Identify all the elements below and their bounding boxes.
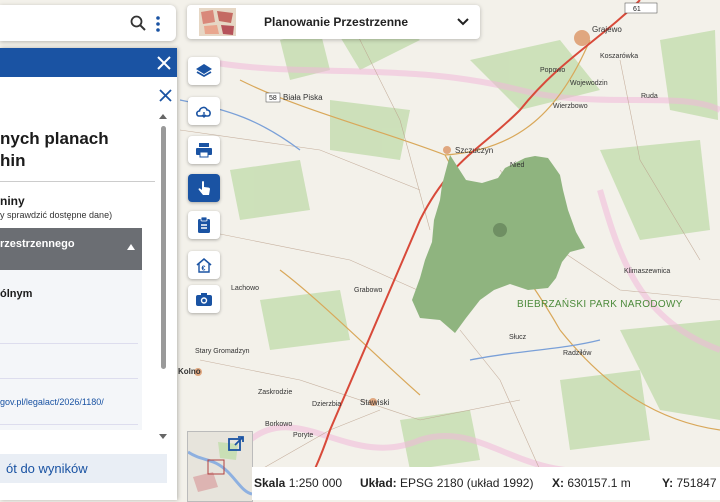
divider	[0, 424, 138, 425]
crs-label: Układ:	[360, 476, 397, 490]
kebab-icon[interactable]	[153, 15, 163, 33]
clipboard-button[interactable]	[188, 211, 220, 239]
label-koszarowka: Koszarówka	[600, 53, 639, 60]
back-to-results-label: ót do wyników	[6, 461, 88, 476]
x-coordinate: 630157.1 m	[567, 476, 631, 490]
label-klimaszewnica: Klimaszewnica	[624, 268, 671, 275]
divider	[0, 343, 138, 344]
scale-label: Skala	[254, 476, 286, 490]
expand-link-icon[interactable]	[228, 436, 244, 452]
identify-button[interactable]	[188, 174, 220, 202]
chevron-up-icon	[127, 244, 135, 250]
divider	[0, 378, 138, 379]
y-label: Y:	[662, 476, 674, 490]
print-button[interactable]	[188, 136, 220, 164]
accordion-label: rzestrzennego	[0, 238, 75, 250]
layers-button[interactable]	[188, 57, 220, 85]
label-wojewodzin: Wojewodzin	[570, 80, 608, 87]
route-58-shield: 58	[269, 95, 277, 102]
label-lachowo: Lachowo	[231, 285, 260, 292]
scroll-up-arrow[interactable]	[159, 114, 167, 119]
touch-icon	[198, 181, 210, 195]
euro-house-icon: €	[196, 257, 212, 273]
clipboard-icon	[198, 216, 210, 233]
x-label: X:	[552, 476, 564, 490]
label-ruda: Ruda	[641, 93, 658, 100]
label-borkowo: Borkowo	[265, 421, 293, 428]
panel-subtitle-note: y sprawdzić dostępne dane)	[0, 210, 113, 220]
layer-title: Planowanie Przestrzenne	[264, 15, 409, 29]
label-popowo: Popowo	[540, 67, 566, 74]
label-zaskrodzie: Zaskrodzie	[258, 389, 293, 396]
label-sluc: Słucz	[509, 334, 527, 341]
label-wierzbowo: Wierzbowo	[553, 103, 588, 110]
accordion-item[interactable]: ólnym	[0, 288, 32, 300]
overview-minimap[interactable]	[187, 431, 253, 502]
label-radzilow: Radziłów	[563, 350, 592, 357]
crs-value[interactable]: EPSG 2180 (układ 1992)	[400, 476, 533, 490]
label-biala-piska: Biała Piska	[283, 93, 323, 102]
property-value-button[interactable]: €	[188, 251, 220, 279]
camera-icon	[196, 293, 212, 306]
label-stary-gromadzyn: Stary Gromadzyn	[195, 348, 250, 355]
side-panel-header	[0, 48, 177, 77]
label-poryte: Poryte	[293, 432, 314, 439]
scroll-down-arrow[interactable]	[159, 434, 167, 439]
back-to-results-button[interactable]: ót do wyników	[0, 454, 167, 483]
search-panel	[0, 5, 176, 41]
accordion-header[interactable]: rzestrzennego	[0, 228, 142, 270]
legalact-link[interactable]: gov.pl/legalact/2026/1180/	[0, 397, 104, 407]
layer-selector[interactable]: Planowanie Przestrzenne	[187, 5, 480, 39]
scrollbar-thumb[interactable]	[161, 126, 166, 369]
label-szczuczyn: Szczuczyn	[455, 146, 494, 155]
route-61-shield: 61	[633, 6, 641, 13]
label-grajewo: Grajewo	[592, 25, 622, 34]
park-centroid-marker	[493, 223, 507, 237]
side-panel: nych planach hin niny y sprawdzić dostęp…	[0, 48, 177, 500]
planning-thumbnail-icon	[199, 8, 236, 36]
inner-close-icon[interactable]	[159, 89, 172, 102]
layers-icon	[196, 64, 212, 78]
panel-title: nych planach hin	[0, 129, 109, 170]
print-icon	[196, 143, 212, 158]
label-kolno: Kolno	[178, 367, 201, 376]
y-coordinate: 751847	[676, 476, 717, 490]
panel-divider	[0, 181, 155, 182]
label-biebrza-park: BIEBRZAŃSKI PARK NARODOWY	[517, 299, 683, 310]
panel-subtitle: niny	[0, 194, 25, 208]
svg-text:€: €	[202, 266, 206, 273]
cloud-button[interactable]	[188, 97, 220, 125]
camera-button[interactable]	[188, 285, 220, 313]
scale-value[interactable]: 1:250 000	[289, 476, 342, 490]
cloud-icon	[196, 106, 211, 118]
search-icon[interactable]	[130, 15, 146, 31]
label-niedz: Nied	[510, 162, 525, 169]
status-bar: Skala 1:250 000 Układ: EPSG 2180 (układ …	[252, 467, 720, 500]
label-grabowo: Grabowo	[354, 287, 383, 294]
label-dzierzbia: Dzierzbia	[312, 401, 342, 408]
chevron-down-icon	[457, 18, 469, 26]
close-icon[interactable]	[156, 55, 172, 71]
label-stawiski: Stawiski	[360, 398, 390, 407]
